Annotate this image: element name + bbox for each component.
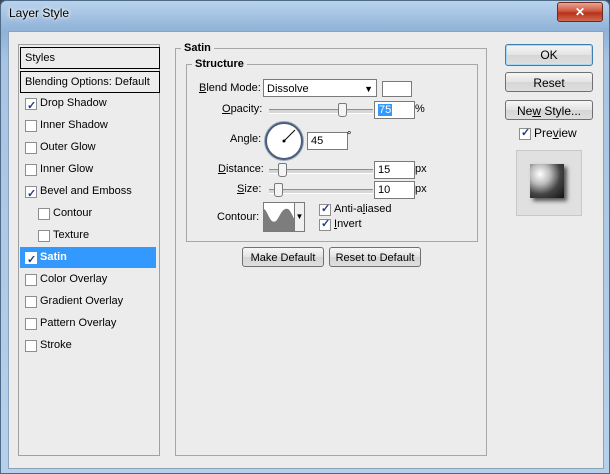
- style-item-inner-glow[interactable]: Inner Glow: [20, 159, 156, 180]
- invert-label: Invert: [334, 218, 362, 230]
- check-icon: ✓: [27, 100, 37, 112]
- satin-checkbox[interactable]: ✓: [25, 252, 37, 266]
- close-button[interactable]: ✕: [557, 2, 603, 22]
- angle-needle-icon: [282, 129, 296, 143]
- contour-label: Contour:: [217, 211, 260, 223]
- style-item-stroke[interactable]: Stroke: [20, 335, 156, 356]
- style-item-texture[interactable]: Texture: [20, 225, 156, 246]
- make-default-button[interactable]: Make Default: [242, 247, 324, 267]
- anti-aliased-label: Anti-aliased: [334, 203, 392, 215]
- opacity-input[interactable]: 75: [374, 101, 415, 119]
- reset-to-default-button[interactable]: Reset to Default: [329, 247, 421, 267]
- pattern-overlay-checkbox[interactable]: [25, 318, 37, 330]
- ok-button[interactable]: OK: [505, 44, 593, 66]
- inner-shadow-checkbox[interactable]: [25, 120, 37, 132]
- distance-label: Distance:: [218, 163, 264, 175]
- blend-mode-value: Dissolve: [267, 83, 309, 95]
- blend-color-swatch[interactable]: [382, 81, 412, 97]
- contour-checkbox[interactable]: [38, 208, 50, 220]
- check-icon: ✓: [27, 254, 37, 266]
- structure-group-title: Structure: [192, 58, 247, 70]
- gradient-overlay-checkbox[interactable]: [25, 296, 37, 308]
- style-item-drop-shadow[interactable]: ✓ Drop Shadow: [20, 93, 156, 114]
- check-icon: ✓: [321, 218, 331, 230]
- style-item-pattern-overlay[interactable]: Pattern Overlay: [20, 313, 156, 334]
- opacity-label: Opacity:: [222, 103, 263, 115]
- angle-label: Angle:: [230, 133, 262, 145]
- distance-slider-thumb[interactable]: [278, 163, 287, 177]
- texture-checkbox[interactable]: [38, 230, 50, 242]
- size-unit: px: [415, 183, 427, 195]
- style-item-label: Gradient Overlay: [40, 295, 124, 307]
- style-item-label: Stroke: [40, 339, 72, 351]
- style-preview-thumbnail: [516, 150, 582, 216]
- style-item-label: Pattern Overlay: [40, 317, 117, 329]
- opacity-unit: %: [415, 103, 425, 115]
- drop-shadow-checkbox[interactable]: ✓: [25, 98, 37, 112]
- inner-glow-checkbox[interactable]: [25, 164, 37, 176]
- preview-checkbox[interactable]: ✓: [519, 127, 531, 140]
- reset-button[interactable]: Reset: [505, 72, 593, 92]
- size-input[interactable]: 10: [374, 181, 415, 199]
- chevron-down-icon: ▼: [295, 212, 304, 221]
- contour-dropdown-button[interactable]: ▼: [294, 202, 305, 232]
- title-bar[interactable]: Layer Style ✕: [1, 1, 609, 25]
- angle-input[interactable]: 45: [307, 132, 348, 150]
- stroke-checkbox[interactable]: [25, 340, 37, 352]
- style-item-label: Color Overlay: [40, 273, 108, 285]
- size-label: Size:: [237, 183, 262, 195]
- style-item-satin[interactable]: ✓ Satin: [20, 247, 156, 268]
- satin-group-title: Satin: [181, 42, 214, 54]
- new-style-button[interactable]: New Style...: [505, 100, 593, 120]
- angle-dial[interactable]: [265, 122, 303, 160]
- size-slider-track[interactable]: [269, 189, 373, 194]
- chevron-down-icon: ▼: [364, 84, 373, 94]
- opacity-slider-thumb[interactable]: [338, 103, 347, 117]
- style-item-label: Outer Glow: [40, 141, 96, 153]
- check-icon: ✓: [27, 188, 37, 200]
- style-item-bevel-emboss[interactable]: ✓ Bevel and Emboss: [20, 181, 156, 202]
- invert-checkbox[interactable]: ✓: [319, 218, 331, 231]
- preview-swatch-image: [530, 164, 564, 198]
- opacity-slider-track[interactable]: [269, 109, 373, 114]
- color-overlay-checkbox[interactable]: [25, 274, 37, 286]
- style-item-label: Inner Shadow: [40, 119, 108, 131]
- angle-unit: °: [347, 130, 352, 142]
- style-item-label: Drop Shadow: [40, 97, 107, 109]
- blending-options[interactable]: Blending Options: Default: [20, 71, 160, 93]
- styles-header[interactable]: Styles: [20, 47, 160, 69]
- style-item-label: Contour: [53, 207, 93, 219]
- style-item-color-overlay[interactable]: Color Overlay: [20, 269, 156, 290]
- check-icon: ✓: [521, 127, 531, 139]
- style-item-label: Satin: [40, 251, 67, 263]
- preview-label: Preview: [534, 126, 577, 140]
- anti-aliased-checkbox[interactable]: ✓: [319, 203, 331, 216]
- style-item-gradient-overlay[interactable]: Gradient Overlay: [20, 291, 156, 312]
- blend-mode-label: Blend Mode:: [199, 82, 261, 94]
- layer-style-window: Layer Style ✕ Styles Blending Options: D…: [0, 0, 610, 474]
- style-item-contour[interactable]: Contour: [20, 203, 156, 224]
- dialog-client: Styles Blending Options: Default ✓ Drop …: [8, 31, 604, 469]
- style-item-label: Texture: [53, 229, 90, 241]
- distance-unit: px: [415, 163, 427, 175]
- styles-list: Styles Blending Options: Default ✓ Drop …: [18, 44, 160, 456]
- bevel-emboss-checkbox[interactable]: ✓: [25, 186, 37, 200]
- style-item-outer-glow[interactable]: Outer Glow: [20, 137, 156, 158]
- blend-mode-select[interactable]: Dissolve ▼: [263, 79, 377, 97]
- outer-glow-checkbox[interactable]: [25, 142, 37, 154]
- style-item-label: Inner Glow: [40, 163, 94, 175]
- check-icon: ✓: [321, 203, 331, 215]
- style-item-inner-shadow[interactable]: Inner Shadow: [20, 115, 156, 136]
- size-slider-thumb[interactable]: [274, 183, 283, 197]
- window-title: Layer Style: [9, 6, 70, 20]
- distance-input[interactable]: 15: [374, 161, 415, 179]
- style-item-label: Bevel and Emboss: [40, 185, 132, 197]
